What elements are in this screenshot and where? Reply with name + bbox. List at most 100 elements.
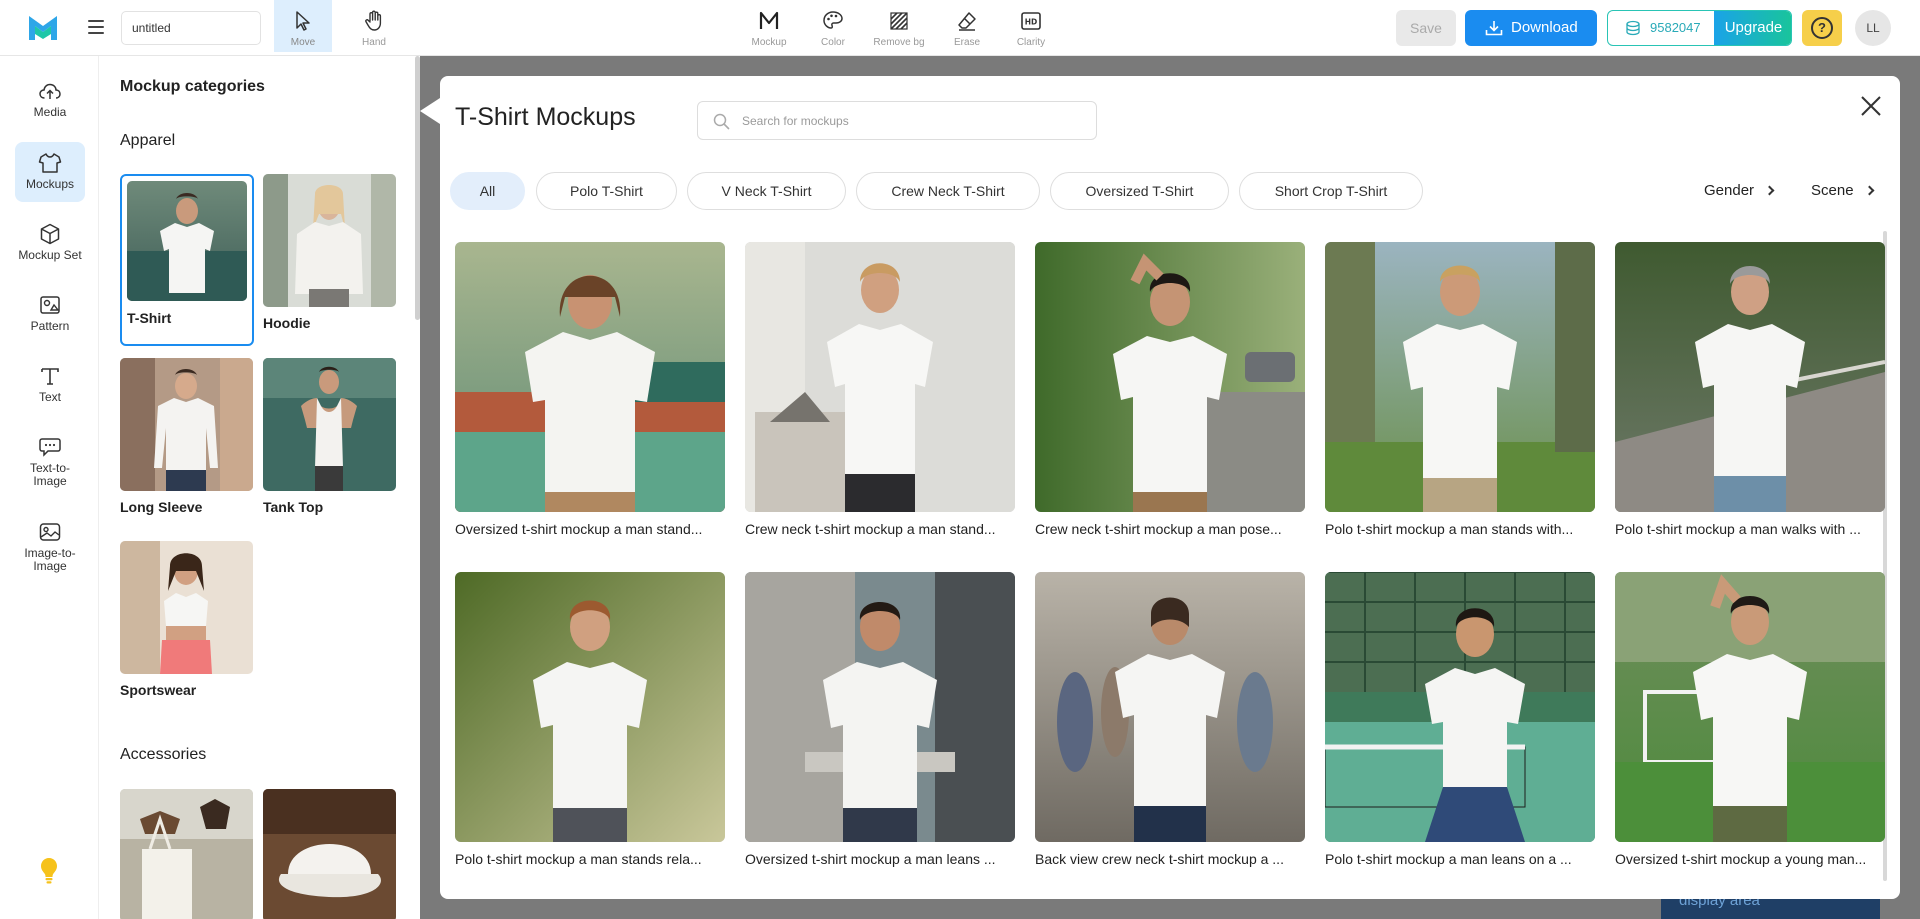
categories-scrollbar[interactable]	[415, 56, 420, 320]
text-icon	[41, 368, 59, 385]
rail-item-mockup-set[interactable]: Mockup Set	[15, 213, 85, 273]
chip-short-crop-tshirt[interactable]: Short Crop T-Shirt	[1239, 172, 1423, 210]
mockup-image	[1325, 242, 1595, 512]
category-thumbnail	[120, 358, 253, 491]
tool-color[interactable]: Color	[804, 0, 862, 52]
coin-stack-icon	[1626, 20, 1640, 36]
download-icon	[1485, 21, 1503, 36]
categories-title: Mockup categories	[120, 78, 265, 95]
cloud-upload-icon	[39, 83, 61, 99]
mockup-card[interactable]: Polo t-shirt mockup a man stands rela...	[455, 572, 725, 867]
left-rail: Media Mockups Mockup Set Pattern Text Te…	[0, 56, 99, 919]
upgrade-button[interactable]: Upgrade	[1714, 11, 1791, 45]
mockup-caption: Crew neck t-shirt mockup a man pose...	[1035, 521, 1282, 537]
chevron-right-icon	[1764, 185, 1775, 196]
help-button[interactable]: ?	[1802, 10, 1842, 46]
category-thumbnail	[263, 789, 396, 919]
filter-label: Gender	[1704, 182, 1755, 199]
chip-oversized-tshirt[interactable]: Oversized T-Shirt	[1050, 172, 1229, 210]
credits-value: 9582047	[1650, 20, 1701, 35]
category-tshirt[interactable]: T-Shirt	[120, 174, 254, 346]
search-box[interactable]	[697, 101, 1097, 140]
close-icon[interactable]	[1853, 88, 1889, 124]
mockup-card[interactable]: Polo t-shirt mockup a man stands with...	[1325, 242, 1595, 537]
text-to-image-icon	[39, 438, 61, 457]
file-name-input[interactable]: untitled	[121, 11, 261, 45]
category-thumbnail	[263, 174, 396, 307]
mockup-caption: Crew neck t-shirt mockup a man stand...	[745, 521, 996, 537]
app-logo-icon[interactable]	[26, 12, 60, 44]
apparel-heading: Apparel	[120, 132, 176, 149]
credits-widget[interactable]: 9582047 Upgrade	[1607, 10, 1792, 46]
category-name: Sportswear	[120, 682, 197, 698]
chip-all[interactable]: All	[450, 172, 525, 210]
tool-mockup[interactable]: Mockup	[740, 0, 798, 52]
question-icon: ?	[1811, 17, 1833, 39]
tool-erase[interactable]: Erase	[938, 0, 996, 52]
cube-icon	[40, 223, 60, 245]
rail-item-image-to-image[interactable]: Image-to-Image	[15, 511, 85, 577]
save-button[interactable]: Save	[1396, 10, 1456, 46]
cursor-icon	[296, 11, 310, 31]
filter-label: Scene	[1811, 182, 1854, 199]
category-thumbnail	[120, 541, 253, 674]
mockup-card[interactable]: Oversized t-shirt mockup a man stand...	[455, 242, 725, 537]
rail-label: Mockups	[25, 177, 75, 191]
svg-text:HD: HD	[1025, 18, 1038, 27]
rail-item-media[interactable]: Media	[15, 70, 85, 130]
chip-v-neck-tshirt[interactable]: V Neck T-Shirt	[687, 172, 846, 210]
mockup-card[interactable]: Back view crew neck t-shirt mockup a ...	[1035, 572, 1305, 867]
lightbulb-icon[interactable]	[37, 856, 61, 886]
mockup-image	[1035, 242, 1305, 512]
image-to-image-icon	[39, 523, 61, 541]
user-avatar[interactable]: LL	[1855, 10, 1891, 46]
mockup-card[interactable]: Crew neck t-shirt mockup a man pose...	[1035, 242, 1305, 537]
chip-crew-neck-tshirt[interactable]: Crew Neck T-Shirt	[856, 172, 1040, 210]
rail-label: Pattern	[30, 319, 70, 333]
tool-label: Move	[290, 37, 316, 48]
tool-hand[interactable]: Hand	[345, 0, 403, 52]
gender-filter[interactable]: Gender	[1704, 182, 1775, 199]
mockup-card[interactable]: Oversized t-shirt mockup a young man...	[1615, 572, 1885, 867]
mockup-caption: Polo t-shirt mockup a man stands with...	[1325, 521, 1574, 537]
category-name: Long Sleeve	[120, 499, 203, 515]
scene-filter[interactable]: Scene	[1811, 182, 1874, 199]
rail-item-text-to-image[interactable]: Text-to-Image	[15, 426, 85, 492]
rail-item-mockups[interactable]: Mockups	[15, 142, 85, 202]
mockup-image	[455, 242, 725, 512]
category-name: Tank Top	[263, 499, 324, 515]
mockup-caption: Polo t-shirt mockup a man leans on a ...	[1325, 851, 1572, 867]
category-thumbnail	[120, 789, 253, 919]
tool-label: Mockup	[751, 37, 787, 48]
tool-remove-bg[interactable]: Remove bg	[870, 0, 928, 52]
mockup-card[interactable]: Crew neck t-shirt mockup a man stand...	[745, 242, 1015, 537]
hamburger-menu-icon[interactable]	[84, 16, 108, 40]
mockup-image	[1615, 572, 1885, 842]
mockup-caption: Oversized t-shirt mockup a young man...	[1615, 851, 1867, 867]
mockup-card[interactable]: Polo t-shirt mockup a man leans on a ...	[1325, 572, 1595, 867]
mockup-image	[1325, 572, 1595, 842]
credits-count: 9582047	[1608, 11, 1714, 45]
tool-label: Color	[821, 37, 845, 48]
mockup-caption: Oversized t-shirt mockup a man leans ...	[745, 851, 996, 867]
rail-item-text[interactable]: Text	[15, 355, 85, 415]
mockup-card[interactable]: Oversized t-shirt mockup a man leans ...	[745, 572, 1015, 867]
search-input[interactable]	[742, 110, 1082, 132]
mockup-caption: Back view crew neck t-shirt mockup a ...	[1035, 851, 1284, 867]
tool-clarity[interactable]: HD Clarity	[1002, 0, 1060, 52]
eraser-icon	[958, 12, 976, 31]
mockup-image	[455, 572, 725, 842]
mockup-caption: Polo t-shirt mockup a man walks with ...	[1615, 521, 1861, 537]
mockup-image	[1615, 242, 1885, 512]
mockup-image	[745, 572, 1015, 842]
modal-title: T-Shirt Mockups	[455, 103, 636, 131]
tool-move[interactable]: Move	[274, 0, 332, 52]
rail-label: Mockup Set	[18, 248, 82, 262]
tshirt-icon	[38, 153, 62, 173]
tool-label: Remove bg	[873, 37, 925, 48]
download-button[interactable]: Download	[1465, 10, 1597, 46]
chevron-right-icon	[1864, 185, 1874, 196]
rail-item-pattern[interactable]: Pattern	[15, 284, 85, 344]
mockup-card[interactable]: Polo t-shirt mockup a man walks with ...	[1615, 242, 1885, 537]
chip-polo-tshirt[interactable]: Polo T-Shirt	[536, 172, 677, 210]
